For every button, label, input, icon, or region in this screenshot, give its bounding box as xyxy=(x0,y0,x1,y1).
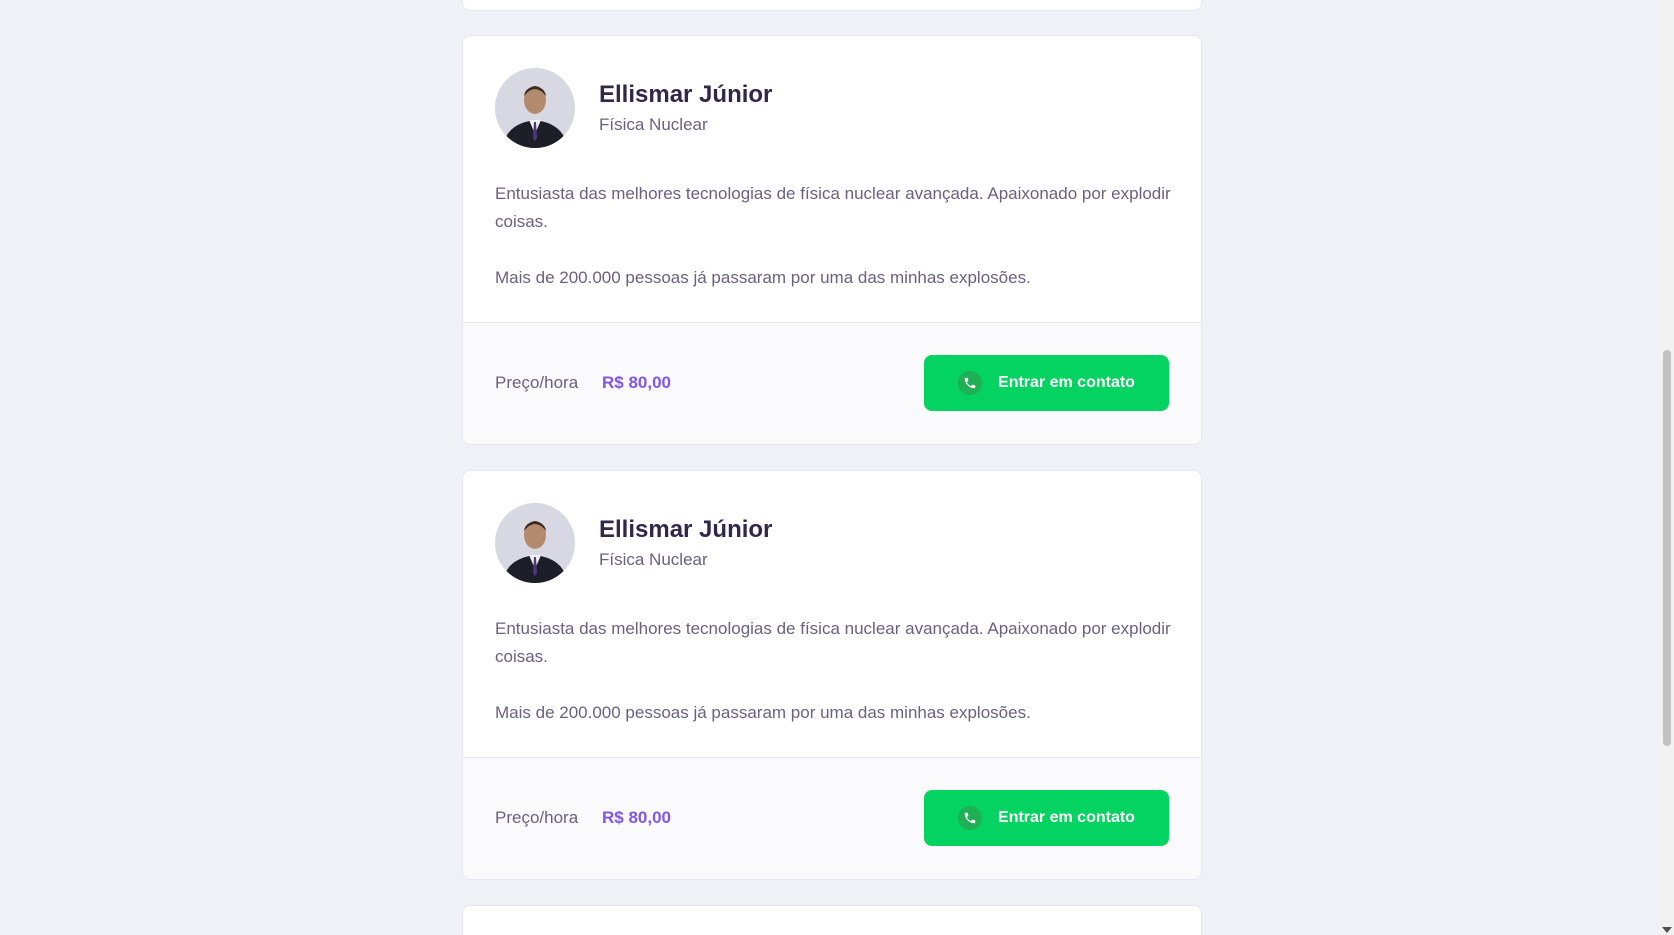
teacher-subject: Física Nuclear xyxy=(599,115,708,134)
contact-button[interactable]: Entrar em contato xyxy=(924,790,1169,846)
bio-paragraph: Entusiasta das melhores tecnologias de f… xyxy=(495,184,1171,231)
bio-paragraph: Entusiasta das melhores tecnologias de f… xyxy=(495,619,1171,666)
teacher-card-header: Ellismar Júnior Física Nuclear xyxy=(463,36,1201,176)
whatsapp-icon xyxy=(958,371,983,395)
whatsapp-icon xyxy=(958,806,983,830)
teacher-card-partial xyxy=(462,0,1202,11)
price-value: R$ 80,00 xyxy=(602,373,671,392)
teacher-card-partial xyxy=(462,905,1202,935)
teacher-name: Ellismar Júnior xyxy=(599,516,773,543)
teacher-bio: Entusiasta das melhores tecnologias de f… xyxy=(495,180,1175,292)
teacher-card-footer: Preço/hora R$ 80,00 Entrar em contato xyxy=(463,322,1201,444)
bio-paragraph: Mais de 200.000 pessoas já passaram por … xyxy=(495,268,1031,287)
teacher-card-header: Ellismar Júnior Física Nuclear xyxy=(463,471,1201,611)
price-value: R$ 80,00 xyxy=(602,808,671,827)
contact-button-label: Entrar em contato xyxy=(998,374,1135,391)
teacher-card: Ellismar Júnior Física Nuclear Entusiast… xyxy=(462,35,1202,445)
teacher-list-page: Ellismar Júnior Física Nuclear Entusiast… xyxy=(0,0,1674,935)
vertical-scrollbar[interactable] xyxy=(1660,0,1674,935)
teacher-card: Ellismar Júnior Física Nuclear Entusiast… xyxy=(462,470,1202,880)
avatar xyxy=(495,68,575,148)
bio-paragraph: Mais de 200.000 pessoas já passaram por … xyxy=(495,703,1031,722)
chevron-down-icon[interactable] xyxy=(1662,927,1672,933)
price-label: Preço/hora xyxy=(495,373,579,392)
contact-button-label: Entrar em contato xyxy=(998,809,1135,826)
teacher-subject: Física Nuclear xyxy=(599,550,708,569)
avatar xyxy=(495,503,575,583)
contact-button[interactable]: Entrar em contato xyxy=(924,355,1169,411)
scrollbar-thumb[interactable] xyxy=(1663,350,1671,746)
teacher-card-footer: Preço/hora R$ 80,00 Entrar em contato xyxy=(463,757,1201,879)
teacher-name: Ellismar Júnior xyxy=(599,81,773,108)
price-label: Preço/hora xyxy=(495,808,579,827)
teacher-bio: Entusiasta das melhores tecnologias de f… xyxy=(495,615,1175,727)
